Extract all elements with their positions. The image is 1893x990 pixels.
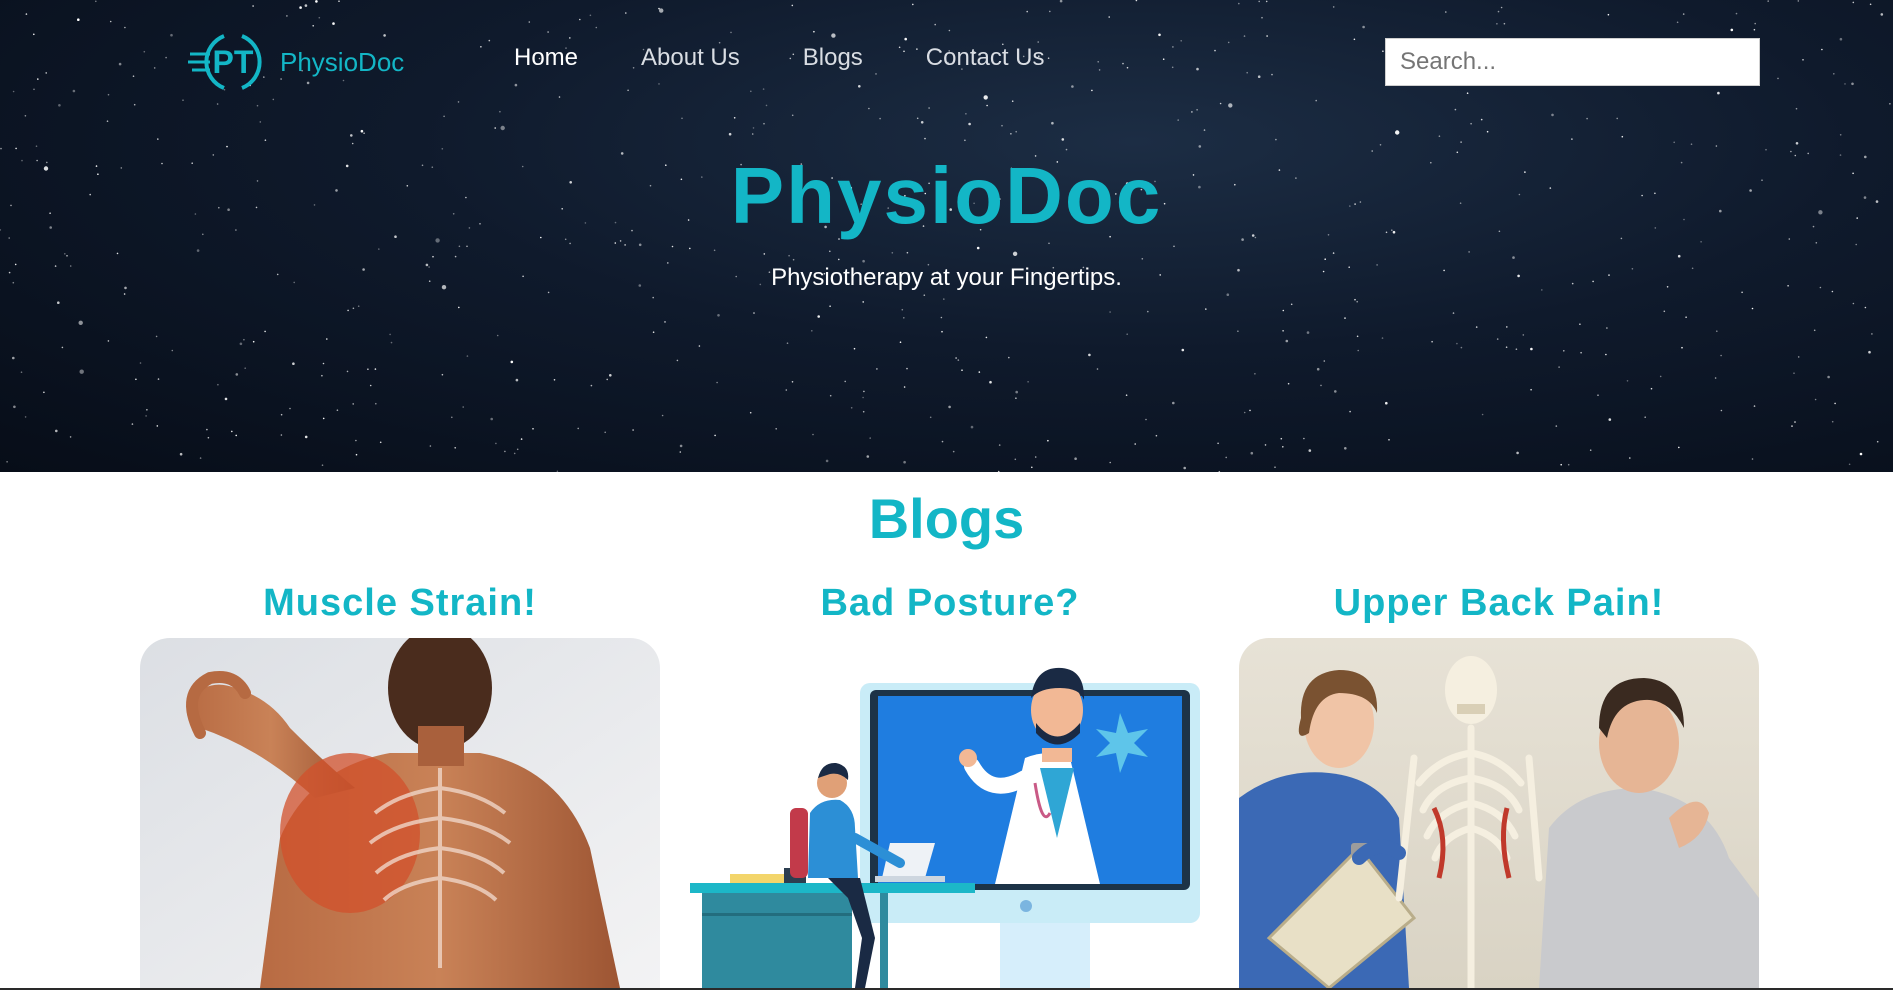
logo-badge-text: PT (213, 44, 254, 80)
logo-text: PhysioDoc (280, 46, 405, 77)
hero-title: PhysioDoc (730, 151, 1163, 240)
hero-banner: PT PhysioDoc Home About Us Blogs Contact… (0, 0, 1893, 472)
blog-card-bad-posture[interactable]: Bad Posture? (690, 582, 1210, 988)
upper-back-pain-image[interactable] (1239, 638, 1759, 988)
nav-contact-us[interactable]: Contact Us (926, 44, 1045, 72)
hero-subtitle: Physiotherapy at your Fingertips. (771, 264, 1122, 291)
nav-blogs[interactable]: Blogs (803, 44, 863, 72)
pt-logo-icon: PT (188, 34, 262, 90)
blogs-heading: Blogs (868, 487, 1025, 550)
blog-card-title[interactable]: Muscle Strain! (140, 582, 660, 638)
blog-card-title[interactable]: Bad Posture? (690, 582, 1210, 638)
blog-card-muscle-strain[interactable]: Muscle Strain! (140, 582, 660, 988)
bad-posture-illustration[interactable] (690, 638, 1210, 988)
blog-card-upper-back-pain[interactable]: Upper Back Pain! (1239, 582, 1759, 988)
main-nav: Home About Us Blogs Contact Us (514, 44, 1108, 72)
muscle-strain-image[interactable] (140, 638, 660, 988)
blog-card-title[interactable]: Upper Back Pain! (1239, 582, 1759, 638)
nav-home[interactable]: Home (514, 44, 578, 72)
logo[interactable]: PT PhysioDoc (188, 30, 418, 94)
nav-about-us[interactable]: About Us (641, 44, 740, 72)
search-input[interactable] (1385, 38, 1760, 86)
